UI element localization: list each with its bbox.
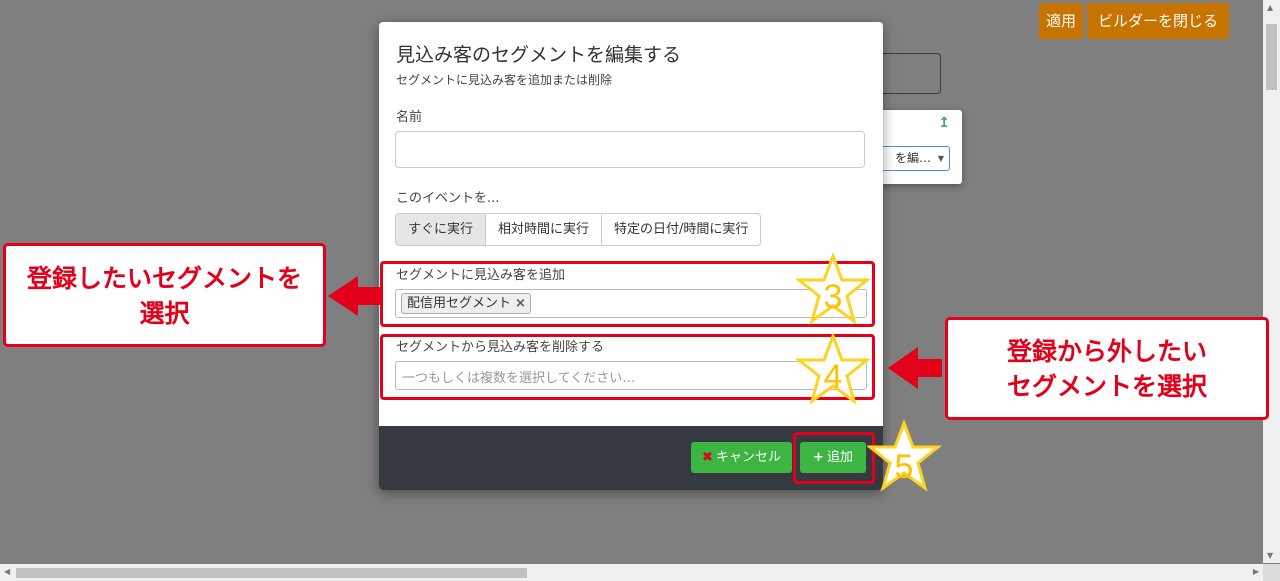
arrow-left-callout <box>328 276 380 316</box>
name-label: 名前 <box>396 110 423 125</box>
arrow-right-callout <box>888 347 942 389</box>
cancel-label: キャンセル <box>715 450 781 465</box>
timing-button-group: すぐに実行 相対時間に実行 特定の日付/時間に実行 <box>395 213 762 246</box>
horizontal-scrollbar[interactable]: ◀ ▶ <box>0 564 1263 581</box>
scroll-up-icon[interactable]: ▲ <box>1267 3 1273 12</box>
step-4-star: 4 <box>796 333 870 405</box>
tab-run-specific-date[interactable]: 特定の日付/時間に実行 <box>601 213 762 246</box>
vertical-scroll-thumb[interactable] <box>1266 24 1277 90</box>
callout-right-line2: セグメントを選択 <box>1006 372 1207 401</box>
callout-left-line1: 登録したいセグメントを <box>26 264 302 293</box>
scroll-down-icon[interactable]: ▼ <box>1267 551 1273 560</box>
name-input[interactable] <box>395 131 865 168</box>
tab-run-immediately[interactable]: すぐに実行 <box>395 213 487 246</box>
highlight-add-button <box>793 432 875 484</box>
close-icon: ✖ <box>702 450 713 465</box>
step-5-star: 5 <box>867 420 941 492</box>
close-builder-button[interactable]: ビルダーを閉じる <box>1087 3 1229 39</box>
move-up-icon[interactable]: ↥ <box>938 115 950 131</box>
event-label: このイベントを... <box>396 191 500 206</box>
modal-title: 見込み客のセグメントを編集する <box>396 44 682 66</box>
step-4-label: 4 <box>824 358 843 396</box>
cancel-button[interactable]: ✖ キャンセル <box>691 442 792 473</box>
background-input <box>877 53 941 94</box>
step-3-label: 3 <box>824 278 843 316</box>
scroll-left-icon[interactable]: ◀ <box>4 567 10 576</box>
step-3-star: 3 <box>796 253 870 325</box>
tab-run-relative-time[interactable]: 相対時間に実行 <box>485 213 603 246</box>
scroll-right-icon[interactable]: ▶ <box>1253 567 1259 576</box>
callout-left: 登録したいセグメントを 選択 <box>3 243 326 347</box>
background-event-panel: ↥ を編… ▼ <box>870 110 962 184</box>
background-select[interactable]: を編… ▼ <box>876 146 950 171</box>
callout-right-line1: 登録から外したい <box>1006 337 1207 366</box>
callout-right: 登録から外したい セグメントを選択 <box>945 317 1269 420</box>
step-5-label: 5 <box>895 448 914 486</box>
apply-button[interactable]: 適用 <box>1039 3 1083 39</box>
callout-left-line2: 選択 <box>139 299 190 328</box>
caret-down-icon: ▼ <box>937 154 944 163</box>
background-select-text: を編… <box>894 151 931 165</box>
horizontal-scroll-thumb[interactable] <box>16 568 527 578</box>
modal-subtitle: セグメントに見込み客を追加または削除 <box>396 73 613 87</box>
scroll-corner <box>1263 564 1280 581</box>
vertical-scrollbar[interactable]: ▲ ▼ <box>1263 0 1280 563</box>
